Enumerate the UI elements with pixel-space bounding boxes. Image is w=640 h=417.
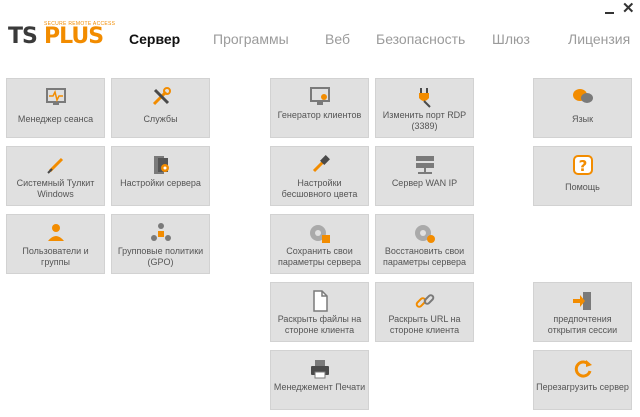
tile-wan-ip[interactable]: Сервер WAN IP (375, 146, 474, 206)
tab-server[interactable]: Сервер (129, 31, 180, 49)
minimize-button[interactable] (605, 3, 615, 15)
tile-server-settings[interactable]: Настройки сервера (111, 146, 210, 206)
tile-client-generator[interactable]: Генератор клиентов (270, 78, 369, 138)
tile-change-rdp-port[interactable]: Изменить порт RDP (3389) (375, 78, 474, 138)
tile-language-label: Язык (571, 114, 594, 124)
tile-open-url-label: Раскрыть URL на стороне клиента (388, 314, 461, 335)
tile-change-rdp-port-label: Изменить порт RDP (3389) (382, 110, 467, 131)
tile-restart-server-label: Перезагрузить сервер (536, 382, 629, 392)
logo-ts: TS (8, 24, 38, 49)
tile-services[interactable]: Службы (111, 78, 210, 138)
tile-group-policy[interactable]: Групповые политики (GPO) (111, 214, 210, 274)
speech-bubbles-icon (573, 89, 593, 103)
eyedropper-icon (312, 155, 330, 173)
tab-gateway[interactable]: Шлюз (492, 31, 530, 49)
tile-seamless-settings[interactable]: Настройки бесшовного цвета (270, 146, 369, 206)
logo-plus: PLUS (44, 24, 104, 49)
server-gear-icon (154, 156, 169, 174)
tile-services-label: Службы (143, 114, 178, 124)
document-icon (313, 290, 328, 312)
tile-open-files-label: Раскрыть файлы на стороне клиента (277, 314, 362, 335)
tile-restart-server[interactable]: Перезагрузить сервер (533, 350, 632, 410)
tile-server-settings-label: Настройки сервера (120, 178, 201, 188)
tile-save-settings-label: Сохранить свои параметры сервера (277, 246, 362, 267)
printer-icon (311, 360, 329, 379)
refresh-icon (574, 360, 592, 378)
save-disk-icon (310, 225, 330, 243)
tile-group-policy-label: Групповые политики (GPO) (117, 246, 204, 267)
tile-language[interactable]: Язык (533, 78, 632, 138)
chain-link-icon (415, 294, 435, 308)
group-policy-icon (151, 223, 171, 241)
server-rack-icon (416, 156, 434, 174)
tsplus-logo: SECURE REMOTE ACCESS TS PLUS (8, 21, 115, 52)
tile-help-label: Помощь (565, 182, 600, 192)
tile-session-opening[interactable]: предпочтения открытия сессии (533, 282, 632, 342)
tile-print-management[interactable]: Менеджемент Печати (270, 350, 369, 410)
plug-icon (419, 88, 431, 108)
tile-print-management-label: Менеджемент Печати (273, 382, 366, 392)
tile-users-groups-label: Пользователи и группы (22, 246, 89, 267)
tile-wan-ip-label: Сервер WAN IP (391, 178, 458, 188)
restore-disk-icon (415, 225, 435, 243)
tile-help[interactable]: ? Помощь (533, 146, 632, 206)
tools-icon (152, 87, 171, 106)
tab-web[interactable]: Веб (325, 31, 350, 49)
tile-restore-settings-label: Восстановить свои параметры сервера (382, 246, 467, 267)
tab-security[interactable]: Безопасность (376, 31, 465, 49)
tile-system-toolkit[interactable]: Системный Тулкит Windows (6, 146, 105, 206)
monitor-icon (310, 87, 330, 105)
tile-restore-settings[interactable]: Восстановить свои параметры сервера (375, 214, 474, 274)
tile-session-manager-label: Менеджер сеанса (17, 114, 94, 124)
svg-text:?: ? (579, 157, 588, 175)
tile-open-url[interactable]: Раскрыть URL на стороне клиента (375, 282, 474, 342)
tile-system-toolkit-label: Системный Тулкит Windows (16, 178, 95, 199)
tile-users-groups[interactable]: Пользователи и группы (6, 214, 105, 274)
monitor-pulse-icon (46, 88, 66, 105)
tile-seamless-settings-label: Настройки бесшовного цвета (281, 178, 358, 199)
close-button[interactable]: ✕ (622, 1, 635, 16)
tab-license[interactable]: Лицензия (568, 31, 630, 49)
screwdriver-icon (47, 157, 64, 174)
tile-client-generator-label: Генератор клиентов (277, 110, 362, 120)
tile-session-opening-label: предпочтения открытия сессии (547, 314, 618, 335)
tile-open-files[interactable]: Раскрыть файлы на стороне клиента (270, 282, 369, 342)
tab-programs[interactable]: Программы (213, 31, 289, 49)
door-arrow-icon (573, 292, 591, 310)
tile-session-manager[interactable]: Менеджер сеанса (6, 78, 105, 138)
question-mark-icon: ? (573, 155, 593, 175)
tile-save-settings[interactable]: Сохранить свои параметры сервера (270, 214, 369, 274)
users-icon (48, 224, 64, 241)
